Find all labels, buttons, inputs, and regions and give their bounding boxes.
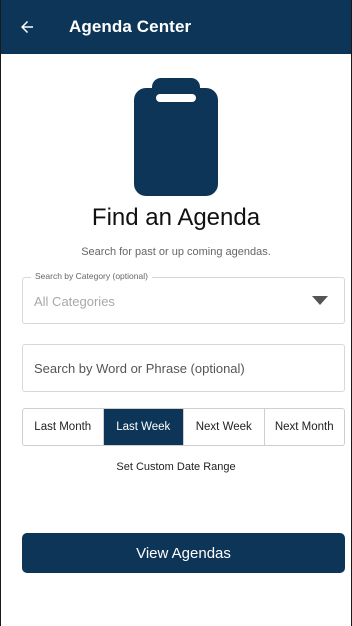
app-bar: Agenda Center (1, 0, 351, 54)
category-select-value: All Categories (34, 294, 115, 309)
range-last-week[interactable]: Last Week (103, 409, 184, 445)
arrow-left-icon (21, 21, 33, 33)
find-agenda-subheading: Search for past or up coming agendas. (81, 246, 271, 258)
range-next-week[interactable]: Next Week (184, 409, 265, 445)
search-input[interactable] (22, 344, 345, 392)
clipboard-icon (134, 78, 218, 196)
agenda-center-screen: Agenda Center Find an Agenda Search for … (0, 0, 352, 626)
page-title: Agenda Center (69, 17, 192, 36)
find-agenda-heading: Find an Agenda (91, 204, 261, 231)
custom-date-range-link[interactable]: Set Custom Date Range (1, 461, 351, 473)
category-select-label: Search by Category (optional) (31, 271, 152, 281)
caret-down-icon (312, 296, 328, 305)
back-button[interactable] (1, 0, 53, 54)
hero-illustration (1, 78, 351, 196)
date-range-selector: Last Month Last Week Next Week Next Mont… (22, 408, 345, 446)
category-select[interactable]: Search by Category (optional) All Catego… (22, 271, 345, 324)
range-last-month[interactable]: Last Month (23, 409, 104, 445)
view-agendas-button[interactable]: View Agendas (22, 533, 345, 573)
range-next-month[interactable]: Next Month (265, 409, 345, 445)
